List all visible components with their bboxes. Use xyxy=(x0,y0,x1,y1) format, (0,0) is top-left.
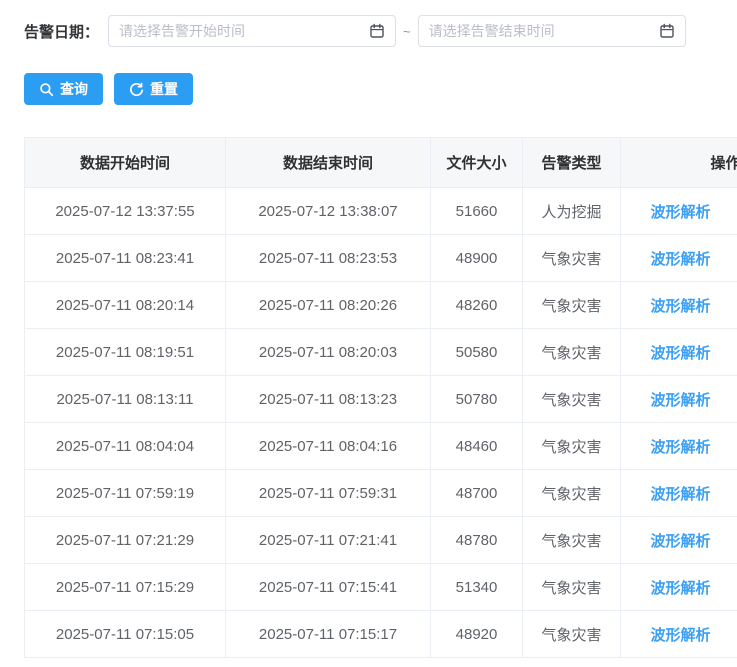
cell-actions: 波形解析 xyxy=(620,563,737,611)
cell-start-time: 2025-07-11 08:23:41 xyxy=(24,234,226,282)
table-row: 2025-07-12 13:37:55 2025-07-12 13:38:07 … xyxy=(24,187,737,235)
cell-alarm-type: 气象灾害 xyxy=(522,281,621,329)
cell-alarm-type: 气象灾害 xyxy=(522,375,621,423)
cell-actions: 波形解析 xyxy=(620,375,737,423)
cell-file-size: 50780 xyxy=(430,375,523,423)
column-header-actions: 操作 xyxy=(620,137,737,188)
cell-alarm-type: 气象灾害 xyxy=(522,234,621,282)
cell-alarm-type: 气象灾害 xyxy=(522,516,621,564)
table-row: 2025-07-11 08:13:11 2025-07-11 08:13:23 … xyxy=(24,375,737,423)
search-icon xyxy=(39,82,54,97)
cell-alarm-type: 气象灾害 xyxy=(522,563,621,611)
table-row: 2025-07-11 08:04:04 2025-07-11 08:04:16 … xyxy=(24,422,737,470)
calendar-icon[interactable] xyxy=(659,23,675,39)
cell-file-size: 48780 xyxy=(430,516,523,564)
cell-end-time: 2025-07-11 08:23:53 xyxy=(225,234,431,282)
cell-alarm-type: 气象灾害 xyxy=(522,610,621,658)
cell-actions: 波形解析 xyxy=(620,516,737,564)
column-header-alarm-type: 告警类型 xyxy=(522,137,621,188)
alarm-table-container: 数据开始时间数据结束时间文件大小告警类型操作 2025-07-12 13:37:… xyxy=(24,137,737,658)
column-header-start-time: 数据开始时间 xyxy=(24,137,226,188)
cell-file-size: 48700 xyxy=(430,469,523,517)
table-row: 2025-07-11 08:19:51 2025-07-11 08:20:03 … xyxy=(24,328,737,376)
cell-file-size: 48260 xyxy=(430,281,523,329)
table-body: 2025-07-12 13:37:55 2025-07-12 13:38:07 … xyxy=(24,187,737,658)
table-header-row: 数据开始时间数据结束时间文件大小告警类型操作 xyxy=(24,137,737,188)
date-range-separator: ~ xyxy=(403,23,411,39)
table-row: 2025-07-11 08:23:41 2025-07-11 08:23:53 … xyxy=(24,234,737,282)
calendar-icon[interactable] xyxy=(369,23,385,39)
waveform-analysis-link[interactable]: 波形解析 xyxy=(650,345,710,362)
cell-actions: 波形解析 xyxy=(620,469,737,517)
waveform-analysis-link[interactable]: 波形解析 xyxy=(650,533,710,550)
cell-end-time: 2025-07-11 08:13:23 xyxy=(225,375,431,423)
waveform-analysis-link[interactable]: 波形解析 xyxy=(650,392,710,409)
alarm-end-date-picker[interactable] xyxy=(417,15,686,47)
actions-bar: 查询 重置 xyxy=(24,73,737,105)
cell-start-time: 2025-07-11 08:19:51 xyxy=(24,328,226,376)
column-header-end-time: 数据结束时间 xyxy=(225,137,431,188)
cell-actions: 波形解析 xyxy=(620,187,737,235)
cell-end-time: 2025-07-11 08:20:03 xyxy=(225,328,431,376)
alarm-start-date-input[interactable] xyxy=(119,23,364,39)
cell-start-time: 2025-07-11 08:20:14 xyxy=(24,281,226,329)
column-header-file-size: 文件大小 xyxy=(430,137,523,188)
table-row: 2025-07-11 07:21:29 2025-07-11 07:21:41 … xyxy=(24,516,737,564)
alarm-table: 数据开始时间数据结束时间文件大小告警类型操作 2025-07-12 13:37:… xyxy=(24,137,737,658)
cell-actions: 波形解析 xyxy=(620,234,737,282)
cell-file-size: 51340 xyxy=(430,563,523,611)
cell-start-time: 2025-07-11 07:21:29 xyxy=(24,516,226,564)
cell-alarm-type: 气象灾害 xyxy=(522,328,621,376)
waveform-analysis-link[interactable]: 波形解析 xyxy=(650,298,710,315)
cell-end-time: 2025-07-11 08:04:16 xyxy=(225,422,431,470)
cell-file-size: 48900 xyxy=(430,234,523,282)
table-row: 2025-07-11 08:20:14 2025-07-11 08:20:26 … xyxy=(24,281,737,329)
filter-bar: 告警日期： ~ xyxy=(24,15,737,47)
cell-file-size: 48920 xyxy=(430,610,523,658)
cell-file-size: 51660 xyxy=(430,187,523,235)
waveform-analysis-link[interactable]: 波形解析 xyxy=(650,580,710,597)
waveform-analysis-link[interactable]: 波形解析 xyxy=(650,439,710,456)
cell-alarm-type: 气象灾害 xyxy=(522,422,621,470)
refresh-icon xyxy=(129,82,144,97)
cell-start-time: 2025-07-12 13:37:55 xyxy=(24,187,226,235)
waveform-analysis-link[interactable]: 波形解析 xyxy=(650,251,710,268)
cell-actions: 波形解析 xyxy=(620,610,737,658)
alarm-end-date-input[interactable] xyxy=(428,23,653,39)
cell-actions: 波形解析 xyxy=(620,328,737,376)
cell-end-time: 2025-07-11 07:59:31 xyxy=(225,469,431,517)
cell-start-time: 2025-07-11 08:13:11 xyxy=(24,375,226,423)
cell-end-time: 2025-07-11 07:21:41 xyxy=(225,516,431,564)
table-row: 2025-07-11 07:59:19 2025-07-11 07:59:31 … xyxy=(24,469,737,517)
waveform-analysis-link[interactable]: 波形解析 xyxy=(650,204,710,221)
reset-button[interactable]: 重置 xyxy=(114,73,193,105)
cell-file-size: 48460 xyxy=(430,422,523,470)
table-row: 2025-07-11 07:15:05 2025-07-11 07:15:17 … xyxy=(24,610,737,658)
cell-alarm-type: 人为挖掘 xyxy=(522,187,621,235)
table-row: 2025-07-11 07:15:29 2025-07-11 07:15:41 … xyxy=(24,563,737,611)
cell-end-time: 2025-07-11 07:15:17 xyxy=(225,610,431,658)
alarm-start-date-picker[interactable] xyxy=(108,15,397,47)
reset-button-label: 重置 xyxy=(150,81,178,97)
cell-end-time: 2025-07-11 08:20:26 xyxy=(225,281,431,329)
cell-actions: 波形解析 xyxy=(620,281,737,329)
query-button-label: 查询 xyxy=(60,81,88,97)
cell-start-time: 2025-07-11 07:15:29 xyxy=(24,563,226,611)
waveform-analysis-link[interactable]: 波形解析 xyxy=(650,627,710,644)
alarm-date-label: 告警日期： xyxy=(24,23,100,41)
waveform-analysis-link[interactable]: 波形解析 xyxy=(650,486,710,503)
cell-end-time: 2025-07-12 13:38:07 xyxy=(225,187,431,235)
cell-end-time: 2025-07-11 07:15:41 xyxy=(225,563,431,611)
cell-actions: 波形解析 xyxy=(620,422,737,470)
cell-file-size: 50580 xyxy=(430,328,523,376)
cell-start-time: 2025-07-11 07:15:05 xyxy=(24,610,226,658)
cell-start-time: 2025-07-11 08:04:04 xyxy=(24,422,226,470)
query-button[interactable]: 查询 xyxy=(24,73,103,105)
cell-start-time: 2025-07-11 07:59:19 xyxy=(24,469,226,517)
cell-alarm-type: 气象灾害 xyxy=(522,469,621,517)
